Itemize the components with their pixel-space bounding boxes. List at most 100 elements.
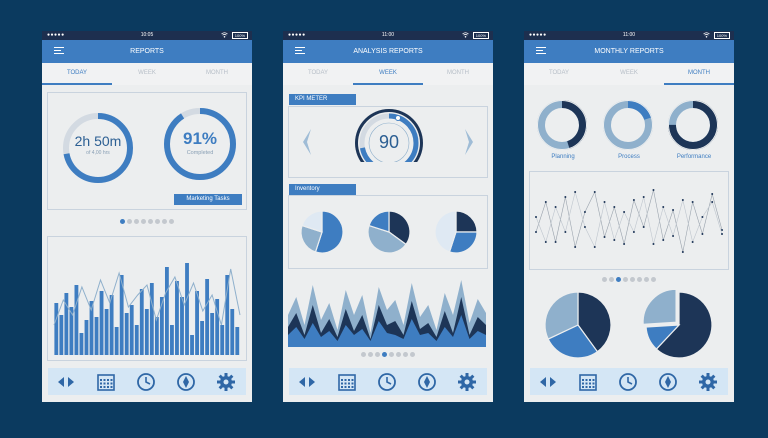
analysis-reports-screen: ●●●●● 11:00 100% ANALYSIS REPORTS TODAY … [283, 31, 493, 402]
page-dot[interactable] [141, 219, 146, 224]
chart-bar [180, 297, 184, 355]
gear-icon[interactable] [457, 372, 477, 392]
bar-line-svg [53, 263, 241, 355]
monthly-reports-screen: ●●●●● 11:00 100% MONTHLY REPORTS TODAY W… [524, 31, 734, 402]
clock-icon[interactable] [136, 372, 156, 392]
gear-icon[interactable] [698, 372, 718, 392]
chart-bar [195, 291, 199, 355]
page-dot[interactable] [361, 352, 366, 357]
tab-week[interactable]: WEEK [112, 63, 182, 83]
scatter-line-panel [529, 171, 729, 270]
page-title: REPORTS [130, 48, 164, 55]
clock-icon[interactable] [377, 372, 397, 392]
status-bar: ●●●●● 11:00 100% [524, 31, 734, 40]
page-dot[interactable] [623, 277, 628, 282]
tab-month[interactable]: MONTH [423, 63, 493, 83]
time-value: 2h 50m [74, 133, 122, 149]
area-chart [288, 280, 486, 347]
chart-bar [139, 289, 144, 355]
completion-value: 91% [182, 129, 218, 148]
calendar-icon[interactable] [578, 372, 598, 392]
compass-icon[interactable] [658, 372, 678, 392]
bottom-nav [530, 368, 728, 395]
page-dot[interactable] [382, 352, 387, 357]
scatter-point [593, 246, 596, 248]
page-dot[interactable] [616, 277, 621, 282]
chart-bar [129, 305, 134, 355]
chart-bar [154, 317, 159, 355]
compass-icon[interactable] [417, 372, 437, 392]
gear-icon[interactable] [216, 372, 236, 392]
chart-bar [79, 333, 84, 355]
page-dot[interactable] [120, 219, 125, 224]
page-dot[interactable] [403, 352, 408, 357]
page-dot[interactable] [169, 219, 174, 224]
scatter-line [535, 189, 723, 253]
page-dot[interactable] [602, 277, 607, 282]
page-dot[interactable] [644, 277, 649, 282]
tab-week[interactable]: WEEK [594, 63, 664, 83]
page-dot[interactable] [155, 219, 160, 224]
status-bar: ●●●●● 10:05 100% [42, 31, 252, 40]
scatter-point [632, 231, 635, 233]
calendar-icon[interactable] [337, 372, 357, 392]
chart-bar [74, 285, 79, 355]
scatter-point [574, 246, 577, 248]
scatter-point [583, 226, 586, 228]
page-dot[interactable] [375, 352, 380, 357]
prev-arrow-icon[interactable] [303, 129, 311, 155]
scatter-point [564, 196, 567, 198]
scatter-point [681, 199, 684, 201]
bar-line-chart [47, 236, 247, 361]
clock-icon[interactable] [618, 372, 638, 392]
compass-icon[interactable] [176, 372, 196, 392]
scatter-point [544, 201, 547, 203]
scatter-point [583, 211, 586, 213]
arrows-icon[interactable] [538, 372, 558, 392]
page-dot[interactable] [609, 277, 614, 282]
page-dot[interactable] [630, 277, 635, 282]
tab-today[interactable]: TODAY [283, 63, 353, 83]
page-dot[interactable] [651, 277, 656, 282]
page-dot[interactable] [410, 352, 415, 357]
chart-bar [220, 325, 225, 355]
scatter-point [642, 196, 645, 198]
page-dot[interactable] [148, 219, 153, 224]
wifi-icon [462, 32, 469, 40]
tab-month[interactable]: MONTH [664, 63, 734, 85]
scatter-point [535, 231, 537, 233]
scatter-line [535, 190, 723, 248]
pie-slice [455, 210, 478, 233]
scatter-point [672, 235, 675, 237]
page-dot[interactable] [162, 219, 167, 224]
page-indicator [42, 219, 252, 226]
page-dot[interactable] [637, 277, 642, 282]
scatter-point [701, 233, 704, 235]
page-dot[interactable] [368, 352, 373, 357]
chart-bar [159, 297, 164, 355]
marketing-tasks-tag[interactable]: Marketing Tasks [174, 194, 242, 205]
title-bar: MONTHLY REPORTS [524, 40, 734, 63]
tab-today[interactable]: TODAY [524, 63, 594, 83]
kpi-meter-label: KPI METER [289, 94, 356, 105]
page-dot[interactable] [134, 219, 139, 224]
scatter-point [711, 193, 714, 195]
page-indicator [524, 277, 734, 284]
tab-month[interactable]: MONTH [182, 63, 252, 83]
page-dot[interactable] [127, 219, 132, 224]
calendar-icon[interactable] [96, 372, 116, 392]
page-dot[interactable] [396, 352, 401, 357]
tab-today[interactable]: TODAY [42, 63, 112, 85]
page-indicator [283, 352, 493, 359]
scatter-point [544, 241, 547, 243]
chart-bar [94, 317, 99, 355]
chart-bar [210, 313, 215, 355]
chart-bar [230, 309, 235, 355]
chart-bar [104, 309, 109, 355]
tab-bar: TODAY WEEK MONTH [283, 63, 493, 85]
arrows-icon[interactable] [297, 372, 317, 392]
page-dot[interactable] [389, 352, 394, 357]
next-arrow-icon[interactable] [465, 129, 473, 155]
tab-week[interactable]: WEEK [353, 63, 423, 85]
arrows-icon[interactable] [56, 372, 76, 392]
